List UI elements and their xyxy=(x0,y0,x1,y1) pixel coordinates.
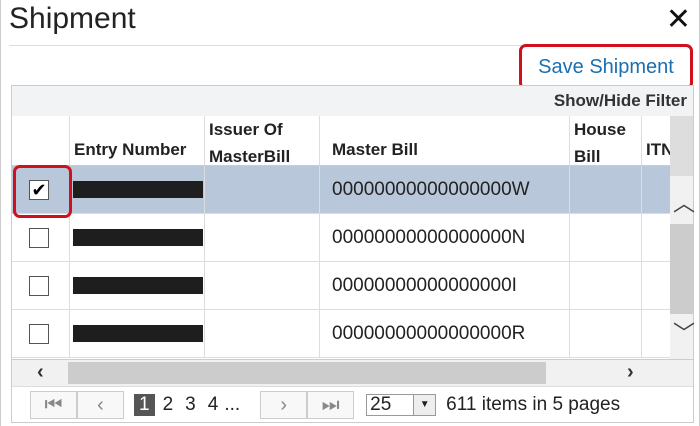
pager: ⏮ ‹ 1 2 3 4 ... › ⏭ 25 ▼ 611 items in 5 … xyxy=(12,386,693,423)
scroll-thumb[interactable] xyxy=(670,224,693,314)
header-entry-number[interactable]: Entry Number xyxy=(70,116,205,166)
horizontal-scrollbar[interactable]: ‹ › xyxy=(12,359,693,386)
redacted-entry-number xyxy=(73,277,203,294)
itn-cell xyxy=(642,214,670,261)
redacted-entry-number xyxy=(73,181,203,198)
scroll-up-icon[interactable]: ︿ xyxy=(673,186,695,218)
header-itn[interactable]: ITN xyxy=(642,116,670,166)
entry-number-cell xyxy=(70,214,205,261)
issuer-cell xyxy=(205,214,320,261)
page-current[interactable]: 1 xyxy=(134,394,155,416)
issuer-cell xyxy=(205,166,320,213)
save-shipment-button[interactable]: Save Shipment xyxy=(519,44,693,90)
itn-cell xyxy=(642,310,670,357)
scroll-left-icon[interactable]: ‹ xyxy=(37,361,44,384)
header-label: Master Bill xyxy=(332,140,418,159)
row-checkbox[interactable] xyxy=(29,227,49,248)
vertical-scrollbar[interactable]: ︿ ﹀ xyxy=(670,116,695,359)
house-bill-cell xyxy=(570,310,642,357)
scroll-track-top xyxy=(670,116,693,176)
header-issuer-of-masterbill[interactable]: Issuer Of MasterBill xyxy=(205,116,320,166)
header-label: Entry Number xyxy=(74,140,187,159)
dialog-title: Shipment xyxy=(9,2,136,35)
scroll-thumb[interactable] xyxy=(68,362,546,384)
highlight-selected-checkbox xyxy=(13,165,72,218)
first-page-icon[interactable]: ⏮ xyxy=(30,391,77,419)
page-link[interactable]: 2 xyxy=(163,394,174,416)
master-bill-cell: 00000000000000000N xyxy=(320,214,570,261)
select-cell xyxy=(12,262,70,309)
show-hide-filter-button[interactable]: Show/Hide Filter xyxy=(12,86,693,116)
page-size-value: 25 xyxy=(370,394,392,415)
redacted-entry-number xyxy=(73,325,203,342)
redacted-entry-number xyxy=(73,229,203,246)
row-checkbox[interactable] xyxy=(29,323,49,344)
next-page-icon[interactable]: › xyxy=(260,391,308,419)
page-ellipsis[interactable]: ... xyxy=(224,394,240,416)
issuer-cell xyxy=(205,262,320,309)
scroll-right-icon[interactable]: › xyxy=(627,361,634,384)
header-label: ITN xyxy=(646,140,670,159)
table-row[interactable]: 00000000000000000R xyxy=(12,310,670,358)
last-page-icon[interactable]: ⏭ xyxy=(307,391,355,419)
master-bill-cell: 00000000000000000R xyxy=(320,310,570,357)
itn-cell xyxy=(642,262,670,309)
header-house-bill[interactable]: House Bill xyxy=(570,116,642,166)
house-bill-cell xyxy=(570,262,642,309)
prev-page-icon[interactable]: ‹ xyxy=(77,391,124,419)
page-link[interactable]: 3 xyxy=(185,394,196,416)
header-label: House xyxy=(574,120,626,139)
header-label: Issuer Of xyxy=(209,120,283,139)
shipment-grid: Show/Hide Filter Entry Number Issuer Of M… xyxy=(11,85,695,423)
select-cell xyxy=(12,214,70,261)
itn-cell xyxy=(642,166,670,213)
master-bill-cell: 00000000000000000I xyxy=(320,262,570,309)
issuer-cell xyxy=(205,310,320,357)
house-bill-cell xyxy=(570,166,642,213)
select-cell xyxy=(12,310,70,357)
pager-summary: 611 items in 5 pages xyxy=(446,394,621,415)
page-size-select[interactable]: 25 ▼ xyxy=(366,394,437,416)
entry-number-cell xyxy=(70,166,205,213)
entry-number-cell xyxy=(70,310,205,357)
entry-number-cell xyxy=(70,262,205,309)
scroll-down-icon[interactable]: ﹀ xyxy=(673,316,695,348)
chevron-down-icon: ▼ xyxy=(413,395,436,415)
house-bill-cell xyxy=(570,214,642,261)
table-row[interactable]: ✔ 00000000000000000W xyxy=(12,166,670,214)
master-bill-cell: 00000000000000000W xyxy=(320,166,570,213)
close-icon[interactable]: ✕ xyxy=(666,2,691,37)
header-select xyxy=(12,116,70,166)
row-checkbox[interactable] xyxy=(29,275,49,296)
header-master-bill[interactable]: Master Bill xyxy=(320,116,570,166)
page-link[interactable]: 4 xyxy=(208,394,219,416)
table-row[interactable]: 00000000000000000I xyxy=(12,262,670,310)
table-row[interactable]: 00000000000000000N xyxy=(12,214,670,262)
